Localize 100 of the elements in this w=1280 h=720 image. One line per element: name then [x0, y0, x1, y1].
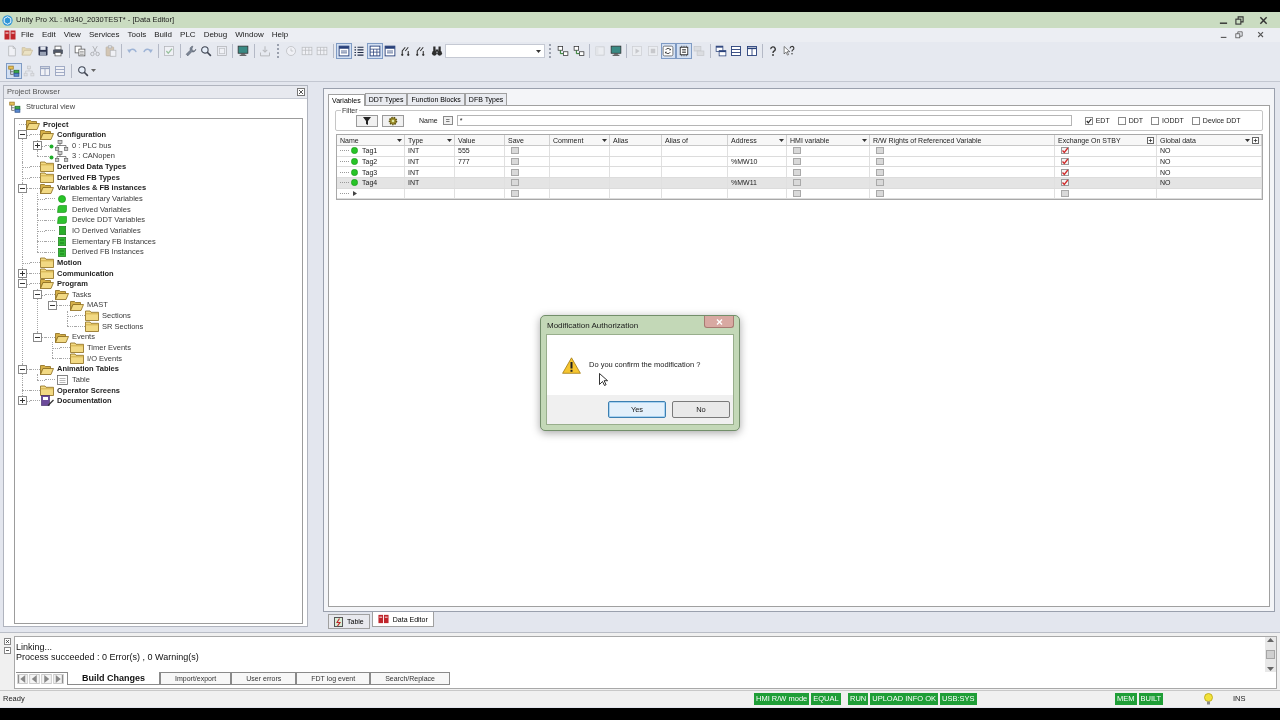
scrollbar-thumb[interactable]: [1266, 650, 1275, 659]
open-folder-icon: [55, 289, 69, 301]
menu-item[interactable]: Help: [267, 31, 293, 39]
checkbox[interactable]: [1151, 116, 1160, 125]
folder-icon: [70, 352, 84, 364]
lightbulb-icon: [1204, 693, 1213, 705]
open-folder-icon: [40, 182, 54, 194]
menu-item[interactable]: View: [59, 31, 85, 39]
filter-button[interactable]: [356, 114, 378, 127]
plus-box-icon[interactable]: [1252, 136, 1259, 144]
checkbox[interactable]: [793, 168, 801, 176]
caret-icon[interactable]: [862, 138, 867, 142]
minus-box-icon[interactable]: [3, 647, 11, 654]
checkbox[interactable]: [876, 190, 884, 198]
app-logo-icon: [2, 14, 13, 26]
checkbox[interactable]: [876, 179, 884, 187]
plus-box-icon[interactable]: [33, 141, 42, 151]
warning-icon: [562, 356, 581, 374]
scroll-up-arrow-icon[interactable]: [1267, 638, 1274, 642]
folder-icon: [85, 321, 99, 332]
plus-box-icon[interactable]: [18, 268, 27, 278]
close-icon[interactable]: [3, 638, 11, 645]
checkbox[interactable]: [876, 168, 884, 176]
checkbox[interactable]: [511, 147, 519, 155]
output-line: Process succeeded : 0 Error(s) , 0 Warning(s): [16, 652, 200, 662]
checkbox[interactable]: [511, 168, 519, 176]
dot-icon: [58, 194, 66, 203]
open-folder-icon: [40, 278, 54, 290]
funnel-icon[interactable]: [363, 116, 371, 125]
checkbox[interactable]: [793, 147, 801, 155]
triangle-left-icon[interactable]: [29, 673, 40, 684]
minus-box-icon[interactable]: [18, 183, 27, 193]
minus-box-icon[interactable]: [33, 290, 42, 300]
book-logo-icon: [4, 30, 16, 40]
magnifier-icon[interactable]: [76, 64, 89, 77]
checkbox[interactable]: [1084, 116, 1093, 125]
menu-item[interactable]: Tools: [123, 31, 151, 39]
caret-icon[interactable]: [779, 138, 784, 142]
output-line: Linking...: [16, 642, 54, 652]
checkbox[interactable]: [1061, 168, 1069, 176]
menu-item[interactable]: Edit: [37, 31, 60, 39]
checkbox[interactable]: [793, 190, 801, 198]
minus-box-icon[interactable]: [33, 332, 42, 342]
lightning-box-icon: [334, 616, 343, 627]
triangle-right-icon[interactable]: [41, 673, 52, 684]
checkbox[interactable]: [876, 147, 884, 155]
dot-icon: [351, 179, 358, 187]
folder-icon: [70, 342, 84, 354]
menu-item[interactable]: Services: [84, 31, 124, 39]
square-block-icon: [58, 226, 66, 236]
checkbox[interactable]: [511, 158, 519, 166]
dot-icon: [351, 147, 358, 155]
book-icon: [377, 614, 389, 624]
checkbox[interactable]: [1061, 158, 1069, 166]
menu-item[interactable]: File: [17, 31, 38, 39]
menu-item[interactable]: Debug: [199, 31, 232, 39]
network-nodes-icon: [49, 150, 69, 162]
minus-box-icon[interactable]: [18, 130, 27, 140]
checkbox[interactable]: [1117, 116, 1126, 125]
bar-triangle-left-icon[interactable]: [17, 673, 28, 684]
checkbox[interactable]: [1191, 116, 1200, 125]
caret-icon[interactable]: [1245, 138, 1250, 142]
folder-icon: [40, 267, 54, 279]
checkbox[interactable]: [511, 179, 519, 187]
triangle-bar-right-icon[interactable]: [53, 673, 64, 684]
tree-structure-icon: [9, 101, 21, 113]
checkbox[interactable]: [1061, 190, 1069, 198]
checkbox[interactable]: [1061, 147, 1069, 155]
close-icon[interactable]: [297, 88, 305, 96]
minus-box-icon[interactable]: [18, 279, 27, 289]
minus-box-icon[interactable]: [18, 364, 27, 374]
checkbox[interactable]: [1061, 179, 1069, 187]
cog-icon[interactable]: [388, 115, 398, 126]
menu-item[interactable]: Build: [150, 31, 177, 39]
checkbox[interactable]: [793, 158, 801, 166]
caret-icon[interactable]: [397, 138, 402, 142]
open-folder-icon: [55, 331, 69, 343]
caret-icon[interactable]: [447, 138, 452, 142]
minus-box-icon[interactable]: [48, 300, 57, 310]
caret-icon[interactable]: [602, 138, 607, 142]
open-folder-icon: [70, 299, 84, 311]
folder-icon: [40, 384, 54, 396]
scroll-down-arrow-icon[interactable]: [1267, 667, 1274, 671]
caret-icon[interactable]: [535, 49, 541, 53]
dot-icon: [351, 158, 358, 166]
network-nodes-icon: [49, 140, 69, 152]
plus-box-icon[interactable]: [1147, 136, 1154, 144]
dialog-title: Modification Authorization: [547, 322, 639, 330]
checkbox[interactable]: [876, 158, 884, 166]
plus-box-icon[interactable]: [18, 396, 27, 406]
triangle-right-icon: [353, 191, 357, 197]
mouse-pointer-icon: [599, 373, 608, 386]
options-button[interactable]: [382, 114, 404, 127]
menu-item[interactable]: Window: [231, 31, 268, 39]
checkbox[interactable]: [511, 190, 519, 198]
folder-icon: [40, 161, 54, 173]
checkbox[interactable]: [793, 179, 801, 187]
output-tab[interactable]: Build Changes: [67, 672, 160, 685]
scrollbar[interactable]: [1265, 637, 1276, 672]
menu-item[interactable]: PLC: [176, 31, 200, 39]
